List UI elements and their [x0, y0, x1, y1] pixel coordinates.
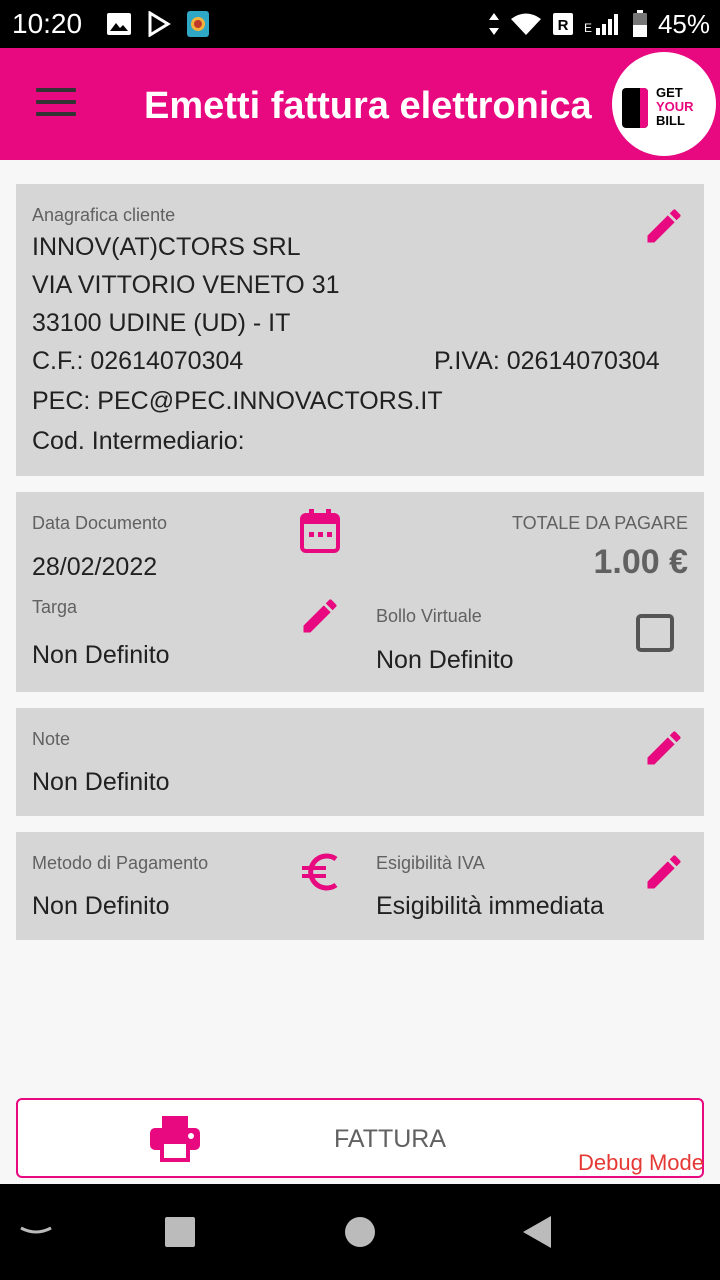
notes-value: Non Definito [32, 768, 170, 796]
date-value: 28/02/2022 [32, 553, 158, 581]
client-address: VIA VITTORIO VENETO 31 [32, 271, 340, 299]
calendar-icon[interactable] [298, 508, 342, 554]
client-pec: PEC: PEC@PEC.INNOVACTORS.IT [32, 387, 443, 415]
vat-label: Esigibilità IVA [376, 853, 485, 873]
plate-label: Targa [32, 597, 78, 617]
edit-notes-icon[interactable] [642, 726, 686, 770]
status-bar: 10:20 R E 45% [0, 0, 720, 48]
client-cf: C.F.: 02614070304 [32, 347, 244, 375]
menu-icon[interactable] [36, 88, 76, 120]
edit-plate-icon[interactable] [298, 594, 342, 638]
client-piva: P.IVA: 02614070304 [434, 347, 660, 375]
document-card: Data Documento 28/02/2022 TOTALE DA PAGA… [16, 492, 704, 692]
stamp-label: Bollo Virtuale [376, 606, 482, 626]
svg-text:E: E [584, 21, 592, 35]
stamp-value: Non Definito [376, 646, 514, 674]
debug-mode-label: Debug Mode [578, 1150, 704, 1175]
payment-card: Metodo di Pagamento Non Definito Esigibi… [16, 832, 704, 940]
roaming-icon: R [552, 13, 573, 35]
payment-method-label: Metodo di Pagamento [32, 853, 209, 873]
total-label: TOTALE DA PAGARE [511, 513, 688, 533]
battery-percent: 45% [657, 9, 710, 39]
stamp-checkbox[interactable] [636, 614, 674, 652]
get-your-bill-logo: GET YOUR BILL [612, 52, 716, 156]
keyboard-hide-icon[interactable] [18, 1222, 54, 1242]
client-card: Anagrafica cliente INNOV(AT)CTORS SRL VI… [16, 184, 704, 476]
payment-method-value: Non Definito [32, 892, 170, 920]
gallery-icon [107, 13, 131, 35]
navigation-bar [0, 1184, 720, 1280]
svg-text:R: R [558, 17, 569, 34]
app-bar: Emetti fattura elettronica GET YOUR BILL [0, 48, 720, 160]
vat-value: Esigibilità immediata [376, 892, 604, 920]
printer-icon [148, 1114, 202, 1162]
client-intermediary: Cod. Intermediario: [32, 427, 245, 455]
edit-vat-icon[interactable] [642, 850, 686, 894]
notes-card: Note Non Definito [16, 708, 704, 816]
date-label: Data Documento [32, 513, 168, 533]
recent-apps-icon[interactable] [164, 1216, 196, 1248]
edit-client-icon[interactable] [642, 204, 686, 248]
client-name: INNOV(AT)CTORS SRL [32, 233, 301, 261]
home-icon[interactable] [344, 1216, 376, 1248]
page-title: Emetti fattura elettronica [144, 85, 592, 127]
status-time: 10:20 [12, 8, 83, 39]
plate-value: Non Definito [32, 641, 170, 669]
total-value: 1.00 € [593, 543, 688, 581]
app-notification-icon [187, 11, 209, 37]
euro-icon[interactable] [300, 850, 344, 894]
client-label: Anagrafica cliente [32, 205, 176, 225]
signal-icon: E [584, 14, 618, 35]
battery-icon [632, 10, 647, 37]
data-arrows-icon [488, 13, 499, 35]
fattura-label: FATTURA [334, 1125, 447, 1153]
wifi-icon [510, 13, 541, 35]
play-store-icon [148, 11, 171, 37]
client-city: 33100 UDINE (UD) - IT [32, 309, 291, 337]
notes-label: Note [32, 729, 71, 749]
back-icon[interactable] [522, 1215, 552, 1249]
